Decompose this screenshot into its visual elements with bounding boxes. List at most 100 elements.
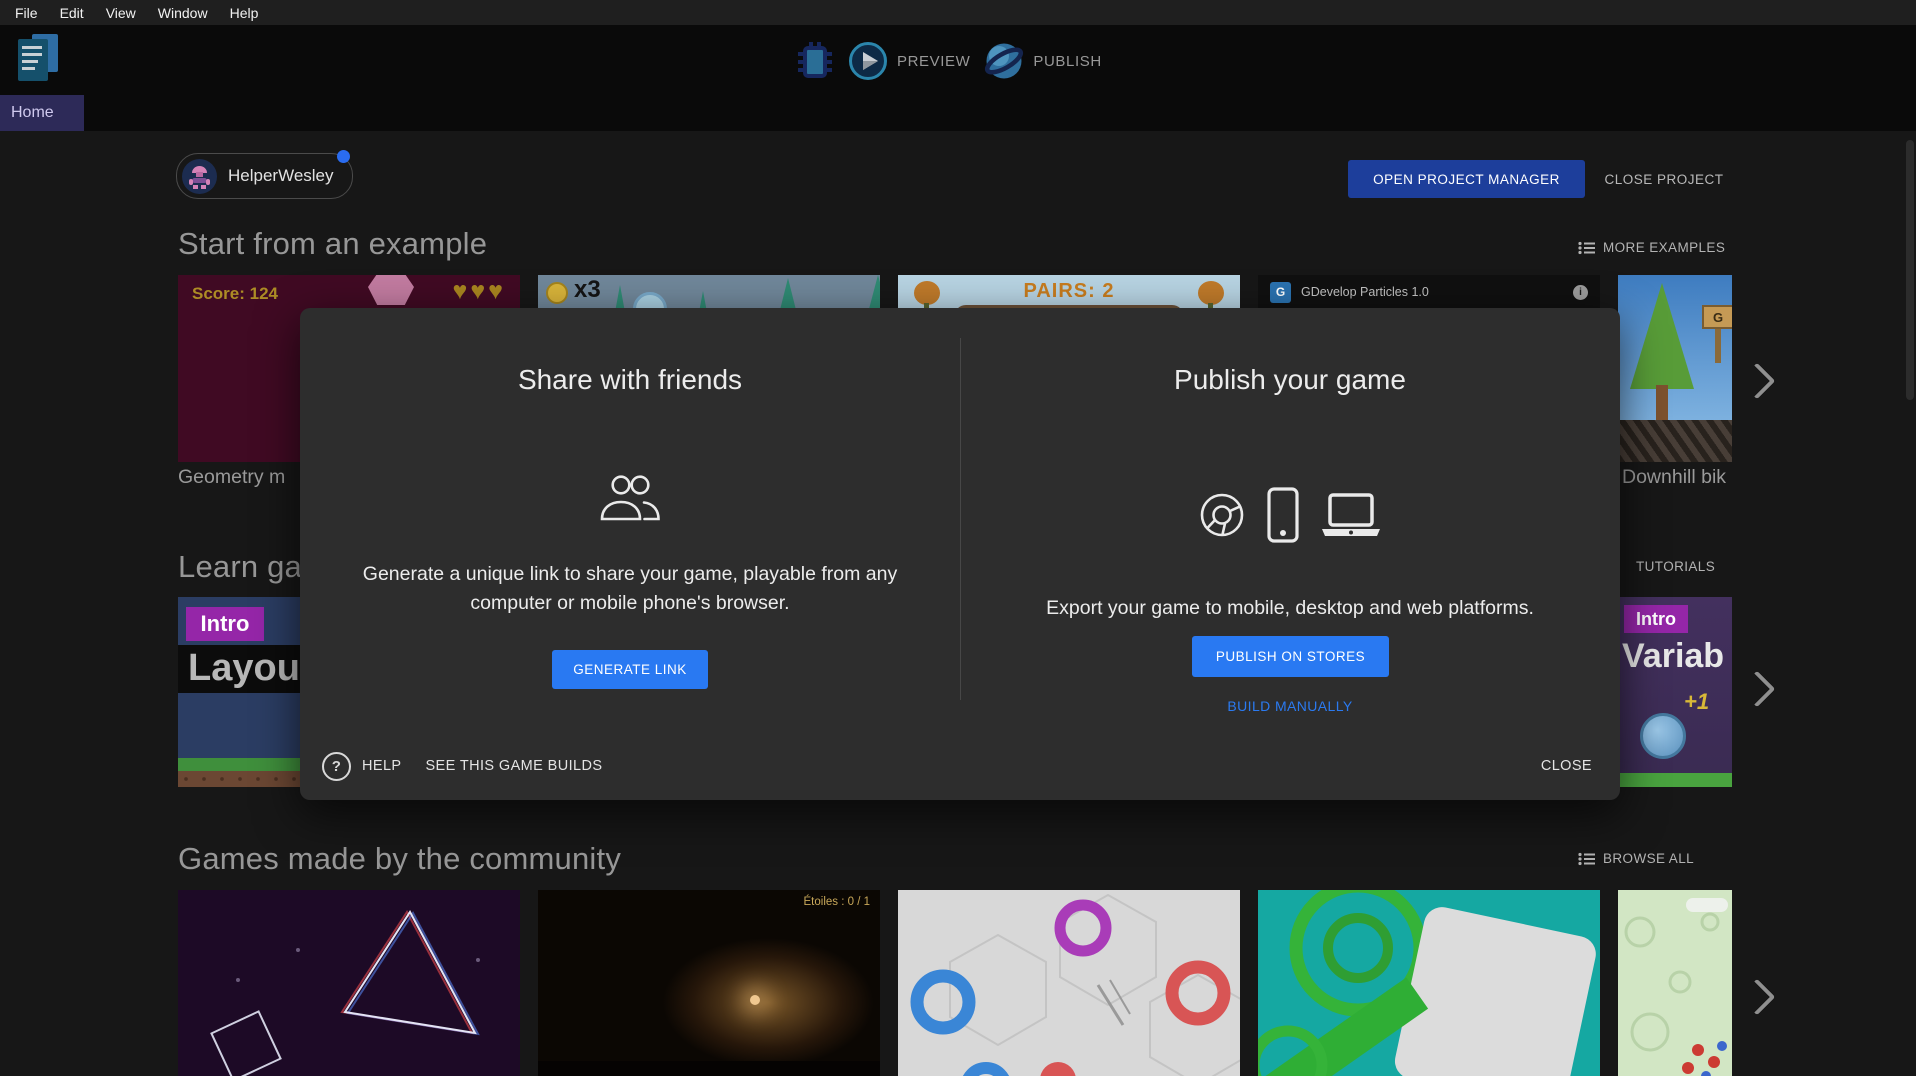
tutorials-label: TUTORIALS xyxy=(1636,559,1715,574)
share-dialog: Share with friends Generate a unique lin… xyxy=(300,308,1620,800)
example-card-downhill[interactable]: G xyxy=(1618,275,1732,462)
preview-label: PREVIEW xyxy=(897,53,970,70)
gdevelop-window: File Edit View Window Help xyxy=(0,0,1916,1076)
fish-shape xyxy=(1198,281,1224,305)
coin-icon xyxy=(546,282,568,304)
tutorials-button[interactable]: TUTORIALS xyxy=(1636,559,1715,574)
ground-shape xyxy=(1618,420,1732,462)
ground-shape xyxy=(538,1061,880,1076)
learn-section-title: Learn ga xyxy=(178,549,302,585)
help-icon[interactable]: ? xyxy=(322,752,351,781)
light-shape xyxy=(750,995,760,1005)
project-manager-icon[interactable] xyxy=(18,34,60,82)
publish-column: Publish your game xyxy=(960,308,1620,800)
close-project-button[interactable]: CLOSE PROJECT xyxy=(1598,160,1730,198)
menu-bar: File Edit View Window Help xyxy=(0,0,1916,25)
browse-all-button[interactable]: BROWSE ALL xyxy=(1578,851,1694,866)
generate-link-button[interactable]: GENERATE LINK xyxy=(552,650,708,689)
user-profile-chip[interactable]: HelperWesley xyxy=(176,153,353,199)
list-icon xyxy=(1578,241,1595,255)
smartphone-icon xyxy=(1266,486,1300,544)
pairs-hud-text: PAIRS: 2 xyxy=(898,280,1240,303)
neon-shapes-art xyxy=(178,890,520,1076)
globe-icon xyxy=(984,41,1024,81)
username: HelperWesley xyxy=(228,166,334,186)
examples-section-title: Start from an example xyxy=(178,226,487,262)
open-project-manager-button[interactable]: OPEN PROJECT MANAGER xyxy=(1348,160,1585,198)
build-manually-link[interactable]: BUILD MANUALLY xyxy=(960,698,1620,714)
intro-badge: Intro xyxy=(186,607,264,641)
tab-home[interactable]: Home xyxy=(0,95,84,131)
publish-description: Export your game to mobile, desktop and … xyxy=(990,594,1590,623)
menu-help[interactable]: Help xyxy=(219,5,270,21)
menu-edit[interactable]: Edit xyxy=(49,5,95,21)
laptop-icon xyxy=(1320,492,1382,538)
learn-card-variables[interactable]: Intro Variab +1 xyxy=(1618,597,1732,787)
pentagon-shape xyxy=(368,275,414,305)
chrome-icon xyxy=(1198,491,1246,539)
close-dialog-button[interactable]: CLOSE xyxy=(1541,758,1592,774)
menu-view[interactable]: View xyxy=(95,5,147,21)
publish-button[interactable]: PUBLISH xyxy=(984,41,1101,81)
fish-shape xyxy=(914,281,940,305)
toolbar-center: PREVIEW PUBLISH xyxy=(796,39,1102,83)
info-icon[interactable]: i xyxy=(1573,285,1588,300)
community-card-night[interactable]: Étoiles : 0 / 1 xyxy=(538,890,880,1076)
publish-title: Publish your game xyxy=(960,364,1620,396)
publish-label: PUBLISH xyxy=(1033,53,1101,70)
more-examples-button[interactable]: MORE EXAMPLES xyxy=(1578,240,1725,255)
menu-window[interactable]: Window xyxy=(147,5,219,21)
line-shape xyxy=(22,53,42,56)
bubbles-art xyxy=(1618,890,1732,1076)
page-front-shape xyxy=(18,39,48,81)
example-card-label: Downhill bik xyxy=(1622,466,1726,489)
learn-card-word: Variab xyxy=(1622,637,1724,676)
example-card-label: Geometry m xyxy=(178,466,285,489)
line-shape xyxy=(22,60,38,63)
creature-shape xyxy=(1640,713,1686,759)
particles-title: GDevelop Particles 1.0 xyxy=(1301,285,1429,299)
sign-shape: G xyxy=(1702,305,1732,329)
more-examples-label: MORE EXAMPLES xyxy=(1603,240,1725,255)
avatar xyxy=(182,159,217,194)
browse-all-label: BROWSE ALL xyxy=(1603,851,1694,866)
preview-button[interactable]: PREVIEW xyxy=(848,41,970,81)
community-card-shapes[interactable] xyxy=(178,890,520,1076)
share-column: Share with friends Generate a unique lin… xyxy=(300,308,960,800)
sign-post-shape xyxy=(1715,329,1721,363)
share-description: Generate a unique link to share your gam… xyxy=(330,560,930,618)
tree-shape xyxy=(1630,283,1694,389)
publish-on-stores-button[interactable]: PUBLISH ON STORES xyxy=(1192,636,1389,677)
bonus-text: +1 xyxy=(1684,689,1709,715)
gdevelop-logo-icon: G xyxy=(1270,282,1291,303)
score-text: Score: 124 xyxy=(192,284,278,304)
stars-hud-text: Étoiles : 0 / 1 xyxy=(804,896,870,908)
help-button[interactable]: HELP xyxy=(362,758,401,774)
play-icon xyxy=(848,41,888,81)
grass-shape xyxy=(1618,773,1732,787)
see-game-builds-button[interactable]: SEE THIS GAME BUILDS xyxy=(425,758,602,774)
list-icon xyxy=(1578,852,1595,866)
community-card-bubbles[interactable] xyxy=(1618,890,1732,1076)
community-section-title: Games made by the community xyxy=(178,841,621,877)
teal-abstract-art xyxy=(1258,890,1600,1076)
scrollbar-thumb[interactable] xyxy=(1906,140,1914,400)
toolbar: PREVIEW PUBLISH xyxy=(0,25,1916,131)
community-card-hexagons[interactable] xyxy=(898,890,1240,1076)
notification-dot xyxy=(337,150,350,163)
hearts-icon: ♥♥♥ xyxy=(452,277,506,306)
people-icon xyxy=(300,472,960,522)
intro-badge: Intro xyxy=(1624,605,1688,633)
share-title: Share with friends xyxy=(300,364,960,396)
line-shape xyxy=(22,46,42,49)
particles-header: G GDevelop Particles 1.0 i xyxy=(1258,275,1600,309)
platform-icons xyxy=(960,486,1620,544)
debug-icon[interactable] xyxy=(796,39,834,83)
community-card-row: Étoiles : 0 / 1 xyxy=(178,890,1732,1076)
community-card-teal[interactable] xyxy=(1258,890,1600,1076)
coin-count: x3 xyxy=(574,276,601,304)
dialog-footer: ? HELP SEE THIS GAME BUILDS CLOSE xyxy=(322,748,1592,784)
line-shape xyxy=(22,67,35,70)
menu-file[interactable]: File xyxy=(4,5,49,21)
hexagon-rings-art xyxy=(898,890,1240,1076)
